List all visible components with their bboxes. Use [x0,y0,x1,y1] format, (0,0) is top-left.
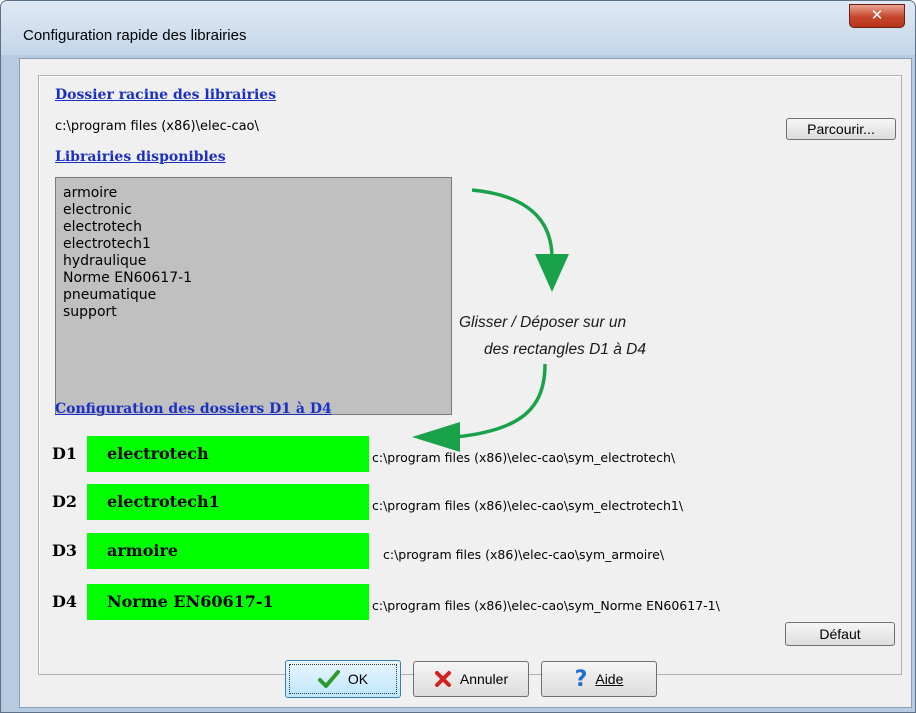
slot-label-d4: D4 [52,592,78,611]
config-heading: Configuration des dossiers D1 à D4 [55,401,332,417]
slot-d1-path: c:\program files (x86)\elec-cao\sym_elec… [372,450,676,465]
slot-d3-name: armoire [107,541,179,560]
ok-button[interactable]: OK [285,660,401,698]
cancel-label: Annuler [459,671,509,687]
cross-icon [434,671,451,687]
slot-d3[interactable]: armoire [87,533,369,569]
slot-d3-path: c:\program files (x86)\elec-cao\sym_armo… [383,547,665,562]
ok-label: OK [347,671,369,687]
slot-d2-path: c:\program files (x86)\elec-cao\sym_elec… [372,498,684,513]
slot-d1[interactable]: electrotech [87,436,369,472]
slot-d1-name: electrotech [107,444,209,463]
slot-d4[interactable]: Norme EN60617-1 [87,584,369,620]
curved-arrow-down-icon [471,188,569,292]
slot-d2[interactable]: electrotech1 [87,484,369,520]
cancel-button[interactable]: Annuler [413,661,529,697]
default-button[interactable]: Défaut [785,622,895,646]
slot-label-d3: D3 [52,541,78,560]
drag-hint-line1: Glisser / Déposer sur un [459,314,627,331]
slot-d4-name: Norme EN60617-1 [107,592,274,611]
help-button[interactable]: ? Aide [541,661,657,697]
slot-label-d1: D1 [52,444,78,463]
question-icon: ? [574,666,588,692]
help-label: Aide [595,671,624,687]
slot-d2-name: electrotech1 [107,492,220,511]
curved-arrow-left-icon [412,363,547,452]
drag-hint-line2: des rectangles D1 à D4 [484,341,646,358]
slot-label-d2: D2 [52,492,78,511]
check-icon [317,670,340,688]
slot-d4-path: c:\program files (x86)\elec-cao\sym_Norm… [372,598,720,613]
